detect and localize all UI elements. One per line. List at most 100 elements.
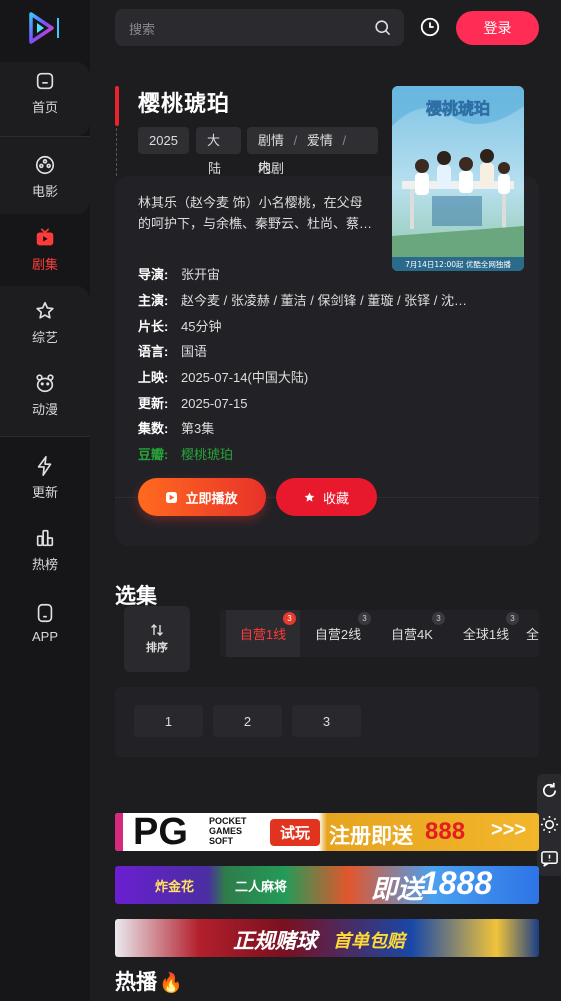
genre-separator: /: [293, 133, 298, 148]
source-count-badge: 3: [432, 612, 445, 625]
sidebar-item-label: 动漫: [31, 402, 58, 417]
sidebar-item-label: 综艺: [31, 330, 58, 345]
genre-tag-wrap: 地剧: [258, 161, 285, 176]
page-title: 樱桃琥珀: [138, 91, 231, 116]
info-value: 第3集: [181, 421, 215, 436]
info-key: 片长:: [138, 319, 169, 334]
tab-source-4[interactable]: 全球1线 3: [449, 610, 523, 657]
description: 林其乐（赵今麦 饰）小名樱桃，在父母的呵护下，与余樵、秦野云、杜尚、蔡…: [138, 195, 373, 231]
info-value: 45分钟: [181, 319, 222, 334]
sidebar-item-ranking[interactable]: 热榜: [0, 519, 90, 581]
pg-sub-line: POCKET: [209, 816, 247, 826]
region-tag[interactable]: 大: [196, 127, 241, 154]
info-updated: 更新: 2025-07-15: [138, 393, 510, 412]
episode-button[interactable]: 2: [213, 705, 282, 737]
poster-art: 樱桃琥珀 7月14日12:00起 优酷全网独播: [392, 86, 524, 271]
info-key: 上映:: [138, 370, 169, 385]
genre-tag[interactable]: 剧情 / 爱情 / 内: [247, 127, 378, 175]
region-tag-wrap: 陆: [208, 161, 222, 176]
year-tag[interactable]: 2025: [138, 127, 189, 154]
pg-logo: PG: [133, 813, 188, 851]
sidebar-item-movies[interactable]: 电影: [0, 146, 90, 208]
search-input[interactable]: 搜索: [115, 9, 404, 46]
source-count-badge: 3: [358, 612, 371, 625]
sidebar-item-series[interactable]: 剧集: [0, 219, 90, 281]
poster-image[interactable]: 樱桃琥珀 7月14日12:00起 优酷全网独播: [392, 86, 524, 271]
tab-source-5[interactable]: 全: [526, 610, 539, 657]
source-count-badge: 3: [283, 612, 296, 625]
feedback-icon[interactable]: [540, 849, 559, 868]
title-accent-bar: [115, 86, 119, 126]
source-label: 全: [526, 627, 539, 642]
search-icon[interactable]: [373, 18, 392, 37]
tab-source-3[interactable]: 自营4K 3: [375, 610, 449, 657]
tab-source-2[interactable]: 自营2线 3: [301, 610, 375, 657]
hot-section-title: 热播 🔥: [115, 966, 183, 996]
sidebar-item-updates[interactable]: 更新: [0, 447, 90, 509]
source-count-badge: 3: [506, 612, 519, 625]
pg-sub-line: GAMES: [209, 826, 243, 836]
sort-label: 排序: [146, 642, 168, 654]
banner-text: 首单包赔: [333, 931, 405, 951]
pg-sub-line: SOFT: [209, 836, 233, 846]
sidebar-item-label: 热榜: [31, 557, 58, 572]
info-value: 2025-07-15: [181, 396, 248, 411]
star-icon: [36, 301, 54, 319]
info-release: 上映: 2025-07-14(中国大陆): [138, 367, 510, 386]
lightning-icon: [37, 456, 52, 476]
info-director: 导演: 张开宙: [138, 264, 510, 283]
source-label: 全球1线: [462, 627, 510, 642]
history-clock-icon[interactable]: [419, 16, 441, 38]
source-label: 自营1线: [239, 627, 287, 642]
bear-face-icon: [36, 374, 54, 393]
source-tabs: 自营1线 3 自营2线 3 自营4K 3 全球1线 3 全: [220, 610, 539, 657]
sort-arrows-icon: [151, 624, 163, 636]
sidebar-item-app[interactable]: APP: [0, 592, 90, 654]
sidebar-divider: [0, 136, 90, 137]
pg-logo-sub: POCKET GAMES SOFT: [209, 816, 247, 846]
try-play-badge: 试玩: [270, 819, 321, 846]
phone-icon: [37, 603, 53, 623]
tab-source-1[interactable]: 自营1线 3: [226, 610, 300, 657]
sidebar-item-variety[interactable]: 综艺: [0, 292, 90, 354]
chart-bars-icon: [36, 529, 54, 547]
genre-text: 爱情: [306, 133, 333, 148]
info-value[interactable]: 赵今麦 / 张凌赫 / 董洁 / 保剑锋 / 董璇 / 张铎 / 沈…: [181, 293, 467, 308]
genre-text: 剧情: [258, 133, 285, 148]
brightness-icon[interactable]: [540, 815, 559, 834]
login-button[interactable]: 登录: [456, 11, 539, 45]
ad-banner-sports[interactable]: 正规赌球 首单包赔: [115, 919, 539, 957]
douban-link[interactable]: 樱桃琥珀: [181, 447, 233, 462]
info-value[interactable]: 张开宙: [181, 267, 220, 282]
ad-banner-cards[interactable]: 炸金花 二人麻将 即送 1888: [115, 866, 539, 904]
sidebar-item-label: 电影: [31, 184, 58, 199]
info-key: 集数:: [138, 421, 169, 436]
sort-button[interactable]: 排序: [124, 606, 190, 672]
info-cast: 主演: 赵今麦 / 张凌赫 / 董洁 / 保剑锋 / 董璇 / 张铎 / 沈…: [138, 290, 510, 309]
svg-text:樱桃琥珀: 樱桃琥珀: [426, 99, 490, 118]
home-icon: [36, 72, 54, 90]
favorite-button[interactable]: 收藏: [276, 478, 377, 516]
sidebar-item-label: APP: [31, 629, 58, 644]
logo-icon[interactable]: [28, 12, 62, 44]
info-language: 语言: 国语: [138, 341, 510, 360]
ad-banner-pg[interactable]: PG POCKET GAMES SOFT 试玩 注册即送 888 >>>: [115, 813, 539, 851]
sidebar-item-home[interactable]: 首页: [0, 62, 90, 124]
info-key: 更新:: [138, 396, 169, 411]
info-episodes: 集数: 第3集: [138, 418, 510, 437]
banner-text: 正规赌球: [233, 930, 317, 953]
banner-number: 1888: [421, 866, 493, 901]
sidebar-item-anime[interactable]: 动漫: [0, 364, 90, 426]
play-now-button[interactable]: 立即播放: [138, 478, 266, 516]
fire-icon: 🔥: [159, 973, 183, 994]
region-tag-text: 大: [207, 133, 221, 148]
sidebar-item-label: 首页: [31, 100, 58, 115]
episode-button[interactable]: 1: [134, 705, 203, 737]
search-placeholder: 搜索: [129, 22, 156, 37]
sidebar-divider: [0, 436, 90, 437]
tv-icon: [36, 228, 54, 246]
episode-button[interactable]: 3: [292, 705, 361, 737]
refresh-icon[interactable]: [540, 781, 559, 800]
sidebar-item-label: 剧集: [31, 257, 58, 272]
banner-label: 二人麻将: [235, 879, 288, 894]
